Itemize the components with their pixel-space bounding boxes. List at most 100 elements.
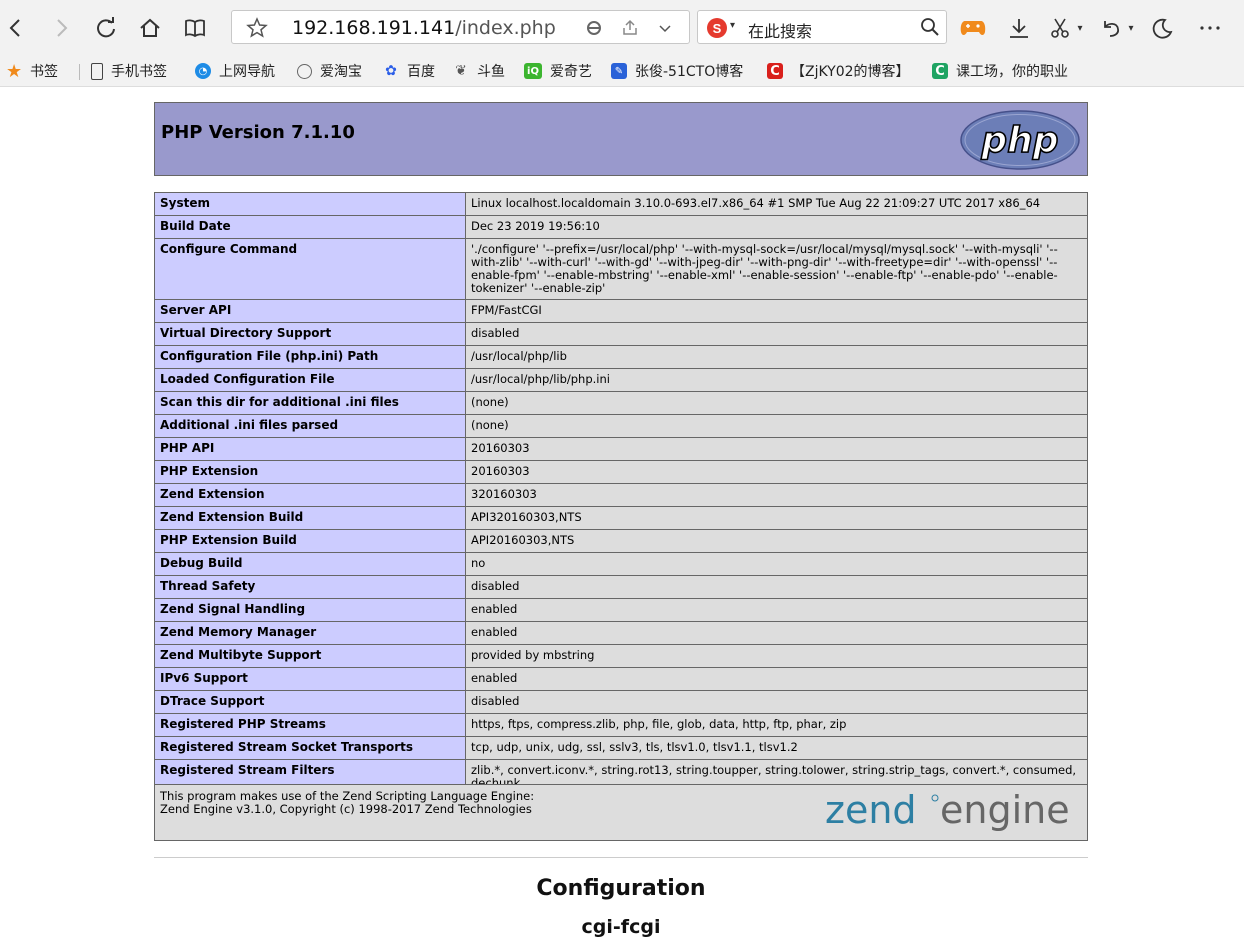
info-value: (none)	[465, 414, 1088, 438]
undo-icon[interactable]	[1097, 14, 1125, 42]
info-value: enabled	[465, 667, 1088, 691]
info-row: PHP API 20160303	[154, 437, 1088, 461]
chevron-down-icon[interactable]	[655, 18, 675, 38]
bookmark-label: 课工场，你的职业	[956, 64, 1068, 80]
url-path: /index.php	[455, 17, 556, 39]
forward-icon[interactable]	[47, 14, 75, 42]
bookmark-item[interactable]: C 【ZjKY02的博客】	[767, 61, 910, 81]
kgc-icon: C	[932, 63, 948, 79]
info-key: Server API	[154, 299, 466, 323]
phone-icon	[91, 62, 103, 80]
favorite-star-icon[interactable]	[246, 17, 268, 44]
iqiyi-icon: iQ	[524, 63, 542, 79]
csdn-icon: C	[767, 63, 783, 79]
info-key: Build Date	[154, 215, 466, 239]
bookmark-label: 百度	[407, 64, 435, 80]
more-menu-icon[interactable]	[1196, 14, 1224, 42]
info-key: PHP Extension	[154, 460, 466, 484]
bookmark-item[interactable]: C 课工场，你的职业	[932, 61, 1068, 81]
address-bar[interactable]: 192.168.191.141/index.php	[231, 10, 690, 44]
info-row: Zend Memory Manager enabled	[154, 621, 1088, 645]
info-value: './configure' '--prefix=/usr/local/php' …	[465, 238, 1088, 300]
info-value: API320160303,NTS	[465, 506, 1088, 530]
zend-engine-logo-icon: zend engine	[825, 789, 1070, 832]
search-box[interactable]: S ▾ 在此搜索	[697, 10, 947, 44]
browser-toolbar: 192.168.191.141/index.php S ▾ 在此搜索 ▾ ▾	[0, 0, 1244, 56]
game-controller-icon[interactable]	[959, 14, 987, 42]
reload-icon[interactable]	[92, 14, 120, 42]
info-row: Zend Extension 320160303	[154, 483, 1088, 507]
info-row: Zend Extension Build API320160303,NTS	[154, 506, 1088, 530]
ie-compat-icon[interactable]	[584, 18, 604, 38]
bookmark-label: 张俊-51CTO博客	[635, 64, 744, 80]
bookmark-item[interactable]: ❦ 斗鱼	[453, 61, 505, 81]
reading-mode-icon[interactable]	[181, 14, 209, 42]
info-value: /usr/local/php/lib/php.ini	[465, 368, 1088, 392]
info-key: Additional .ini files parsed	[154, 414, 466, 438]
bookmark-item[interactable]: ✿ 百度	[383, 61, 435, 81]
bookmark-item[interactable]: 手机书签	[91, 61, 167, 81]
home-icon[interactable]	[136, 14, 164, 42]
info-row: Virtual Directory Support disabled	[154, 322, 1088, 346]
search-icon[interactable]	[920, 17, 940, 42]
info-row: Zend Signal Handling enabled	[154, 598, 1088, 622]
bookmark-item[interactable]: ★ 书签	[6, 61, 58, 82]
bookmarks-bar: ★ 书签 手机书签 ◔ 上网导航 爱淘宝 ✿ 百度 ❦ 斗鱼 iQ 爱奇艺 ✎ …	[0, 56, 1244, 87]
sogou-engine-icon[interactable]: S	[707, 18, 727, 38]
info-row: Debug Build no	[154, 552, 1088, 576]
undo-caret-icon[interactable]: ▾	[1124, 14, 1138, 42]
info-row: DTrace Support disabled	[154, 690, 1088, 714]
bookmark-label: 书签	[30, 64, 58, 80]
info-value: tcp, udp, unix, udg, ssl, sslv3, tls, tl…	[465, 736, 1088, 760]
info-value: 320160303	[465, 483, 1088, 507]
bookmark-label: 爱淘宝	[320, 64, 362, 80]
bookmark-item[interactable]: iQ 爱奇艺	[524, 61, 592, 81]
scissors-caret-icon[interactable]: ▾	[1073, 14, 1087, 42]
download-icon[interactable]	[1005, 14, 1033, 42]
search-input[interactable]: 在此搜索	[748, 18, 812, 42]
bookmark-item[interactable]: ✎ 张俊-51CTO博客	[611, 61, 743, 81]
info-key: Zend Extension	[154, 483, 466, 507]
info-value: no	[465, 552, 1088, 576]
info-value: (none)	[465, 391, 1088, 415]
info-row: Zend Multibyte Support provided by mbstri…	[154, 644, 1088, 668]
navigation-icon: ◔	[195, 63, 211, 79]
info-row: Build Date Dec 23 2019 19:56:10	[154, 215, 1088, 239]
info-row: Additional .ini files parsed (none)	[154, 414, 1088, 438]
divider	[154, 857, 1088, 858]
url-text[interactable]: 192.168.191.141/index.php	[292, 17, 556, 39]
zend-notice: This program makes use of the Zend Scrip…	[160, 790, 534, 816]
bookmark-label: 斗鱼	[477, 64, 505, 80]
info-value: 20160303	[465, 437, 1088, 461]
info-key: Zend Signal Handling	[154, 598, 466, 622]
bookmark-label: 手机书签	[111, 64, 167, 80]
bookmark-item[interactable]: ◔ 上网导航	[195, 61, 275, 81]
info-row: Scan this dir for additional .ini files(…	[154, 391, 1088, 415]
info-value: disabled	[465, 690, 1088, 714]
info-row: PHP Extension 20160303	[154, 460, 1088, 484]
php-info-table: System Linux localhost.localdomain 3.10.0…	[154, 192, 1088, 795]
info-key: Thread Safety	[154, 575, 466, 599]
baidu-paw-icon: ✿	[385, 63, 397, 79]
info-key: Configure Command	[154, 238, 466, 300]
info-row: IPv6 Support enabled	[154, 667, 1088, 691]
php-logo-icon: php	[960, 110, 1080, 170]
zend-engine-box: This program makes use of the Zend Scrip…	[154, 784, 1088, 841]
info-row: Registered PHP Streams https, ftps, compr…	[154, 713, 1088, 737]
scissors-icon[interactable]	[1046, 14, 1074, 42]
info-value: Linux localhost.localdomain 3.10.0-693.e…	[465, 192, 1088, 216]
engine-caret-icon[interactable]: ▾	[730, 20, 735, 31]
php-version-header: PHP Version 7.1.10 php	[154, 102, 1088, 176]
info-row: Registered Stream Socket Transports tcp, …	[154, 736, 1088, 760]
section-title: Configuration	[536, 876, 706, 901]
share-icon[interactable]	[620, 18, 640, 38]
info-key: Scan this dir for additional .ini files	[154, 391, 466, 415]
zend-notice-line: Zend Engine v3.1.0, Copyright (c) 1998-2…	[160, 802, 532, 816]
info-key: Zend Extension Build	[154, 506, 466, 530]
back-icon[interactable]	[2, 14, 30, 42]
globe-icon	[297, 63, 312, 79]
info-key: System	[154, 192, 466, 216]
bookmark-item[interactable]: 爱淘宝	[297, 61, 362, 81]
phpinfo-page: PHP Version 7.1.10 php System Linux local…	[154, 102, 1088, 938]
night-mode-icon[interactable]	[1148, 14, 1176, 42]
